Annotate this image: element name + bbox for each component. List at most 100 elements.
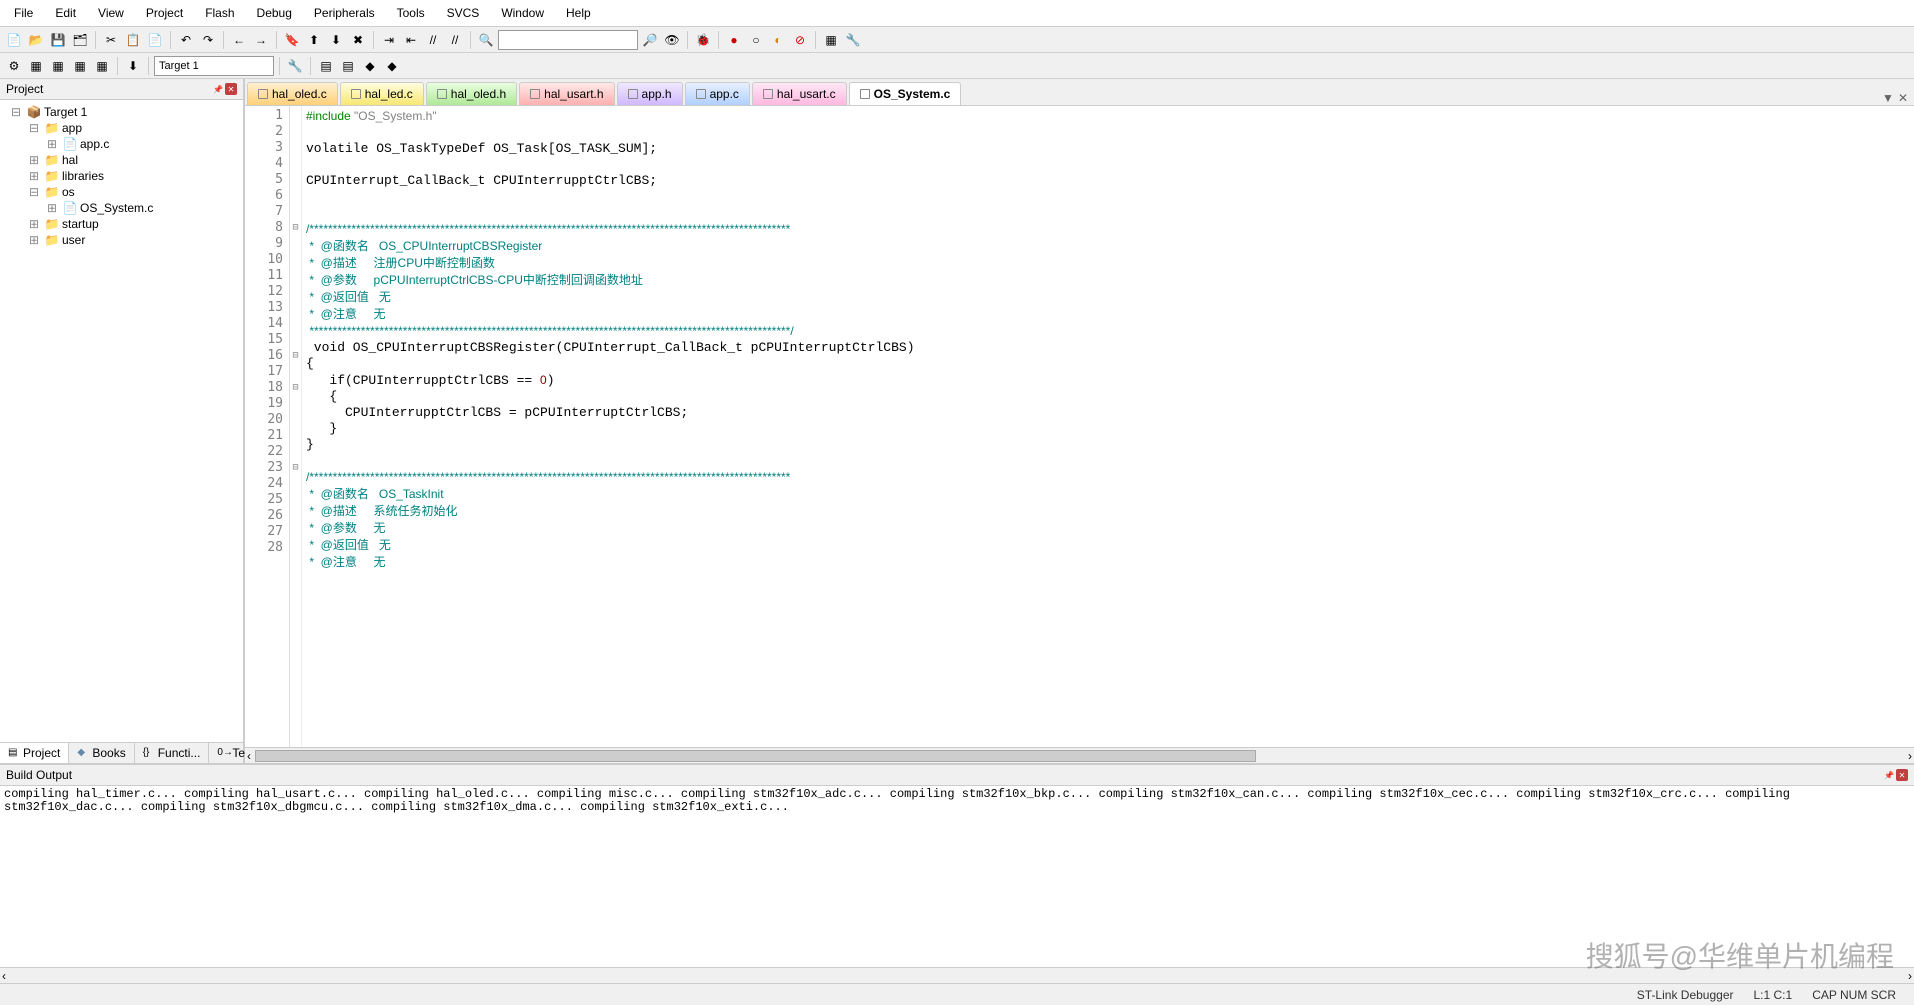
options-icon[interactable]: 🔧 (285, 56, 305, 76)
menu-svcs[interactable]: SVCS (437, 2, 490, 24)
bookmark-prev-icon[interactable]: ⬆ (304, 30, 324, 50)
menu-peripherals[interactable]: Peripherals (304, 2, 385, 24)
code-content[interactable]: #include "OS_System.h" volatile OS_TaskT… (302, 106, 1914, 747)
close-icon[interactable]: ✕ (225, 83, 237, 95)
tree-node[interactable]: ⊟📁app (4, 120, 239, 136)
incremental-find-icon[interactable]: 👁 (662, 30, 682, 50)
tree-node[interactable]: ⊟📦Target 1 (4, 104, 239, 120)
expand-icon[interactable]: ⊞ (44, 137, 60, 151)
paste-icon[interactable]: 📄 (145, 30, 165, 50)
nav-fwd-icon[interactable]: → (251, 30, 271, 50)
target-combo[interactable] (154, 56, 274, 76)
proj-tab-books[interactable]: ◆Books (69, 743, 134, 763)
tree-node[interactable]: ⊟📁os (4, 184, 239, 200)
tab-close-icon[interactable]: ✕ (1898, 91, 1908, 105)
editor-tab[interactable]: app.c (685, 82, 750, 105)
manage4-icon[interactable]: ◆ (382, 56, 402, 76)
rebuild-icon[interactable]: ▦ (48, 56, 68, 76)
tree-node[interactable]: ⊞📄OS_System.c (4, 200, 239, 216)
breakpoint-enable-icon[interactable]: ○ (746, 30, 766, 50)
cut-icon[interactable]: ✂ (101, 30, 121, 50)
build-icon[interactable]: ▦ (26, 56, 46, 76)
menu-project[interactable]: Project (136, 2, 193, 24)
manage2-icon[interactable]: ▤ (338, 56, 358, 76)
horizontal-scrollbar[interactable]: ‹ › (245, 747, 1914, 763)
build-output-text[interactable]: compiling hal_timer.c... compiling hal_u… (0, 786, 1914, 967)
expand-icon[interactable]: ⊞ (26, 217, 42, 231)
bookmark-clear-icon[interactable]: ✖ (348, 30, 368, 50)
menu-edit[interactable]: Edit (45, 2, 86, 24)
redo-icon[interactable]: ↷ (198, 30, 218, 50)
fold-gutter[interactable]: ⊟⊟⊟⊟ (290, 106, 302, 747)
expand-icon[interactable]: ⊟ (26, 185, 42, 199)
debug-icon[interactable]: 🐞 (693, 30, 713, 50)
save-icon[interactable]: 💾 (48, 30, 68, 50)
pin-icon[interactable]: 📌 (212, 83, 224, 95)
editor-tab[interactable]: hal_usart.h (519, 82, 614, 105)
expand-icon[interactable]: ⊟ (26, 121, 42, 135)
comment-icon[interactable]: // (423, 30, 443, 50)
tree-node[interactable]: ⊞📁startup (4, 216, 239, 232)
scrollbar-thumb[interactable] (255, 750, 1256, 762)
expand-icon[interactable]: ⊞ (26, 169, 42, 183)
expand-icon[interactable]: ⊞ (44, 201, 60, 215)
scroll-right-icon[interactable]: › (1906, 749, 1914, 763)
close-icon[interactable]: ✕ (1896, 769, 1908, 781)
outdent-icon[interactable]: ⇤ (401, 30, 421, 50)
config-icon[interactable]: 🔧 (843, 30, 863, 50)
find-combo[interactable] (498, 30, 638, 50)
menu-help[interactable]: Help (556, 2, 601, 24)
bookmark-next-icon[interactable]: ⬇ (326, 30, 346, 50)
scroll-left-icon[interactable]: ‹ (245, 749, 253, 763)
menu-tools[interactable]: Tools (387, 2, 435, 24)
editor-tab[interactable]: hal_oled.h (426, 82, 517, 105)
expand-icon[interactable]: ⊟ (8, 105, 24, 119)
editor-tab[interactable]: app.h (617, 82, 683, 105)
proj-tab-project[interactable]: ▤Project (0, 743, 69, 763)
breakpoint-disable-icon[interactable]: ◐ (768, 30, 788, 50)
editor-tab[interactable]: OS_System.c (849, 82, 962, 105)
scroll-left-icon[interactable]: ‹ (0, 969, 8, 983)
project-tree[interactable]: ⊟📦Target 1⊟📁app⊞📄app.c⊞📁hal⊞📁libraries⊟📁… (0, 100, 243, 742)
tree-node[interactable]: ⊞📄app.c (4, 136, 239, 152)
code-editor[interactable]: 1234567891011121314151617181920212223242… (245, 106, 1914, 747)
editor-tab[interactable]: hal_oled.c (247, 82, 338, 105)
expand-icon[interactable]: ⊞ (26, 153, 42, 167)
tree-node[interactable]: ⊞📁hal (4, 152, 239, 168)
tab-dropdown-icon[interactable]: ▼ (1882, 91, 1894, 105)
download-icon[interactable]: ⬇ (123, 56, 143, 76)
manage-icon[interactable]: ▤ (316, 56, 336, 76)
menu-view[interactable]: View (88, 2, 134, 24)
nav-back-icon[interactable]: ← (229, 30, 249, 50)
menu-flash[interactable]: Flash (195, 2, 244, 24)
new-icon[interactable]: 📄 (4, 30, 24, 50)
menu-file[interactable]: File (4, 2, 43, 24)
editor-tab[interactable]: hal_led.c (340, 82, 424, 105)
translate-icon[interactable]: ⚙ (4, 56, 24, 76)
copy-icon[interactable]: 📋 (123, 30, 143, 50)
find-icon[interactable]: 🔍 (476, 30, 496, 50)
proj-tab-functions[interactable]: {}Functi... (135, 743, 210, 763)
build-scrollbar[interactable]: ‹ › (0, 967, 1914, 983)
menu-window[interactable]: Window (491, 2, 554, 24)
bookmark-icon[interactable]: 🔖 (282, 30, 302, 50)
find-in-files-icon[interactable]: 🔎 (640, 30, 660, 50)
tree-node[interactable]: ⊞📁libraries (4, 168, 239, 184)
breakpoint-kill-icon[interactable]: ⊘ (790, 30, 810, 50)
editor-tab[interactable]: hal_usart.c (752, 82, 847, 105)
tree-node[interactable]: ⊞📁user (4, 232, 239, 248)
indent-icon[interactable]: ⇥ (379, 30, 399, 50)
scroll-right-icon[interactable]: › (1906, 969, 1914, 983)
saveall-icon[interactable]: 🗂 (70, 30, 90, 50)
breakpoint-icon[interactable]: ● (724, 30, 744, 50)
pin-icon[interactable]: 📌 (1883, 769, 1895, 781)
undo-icon[interactable]: ↶ (176, 30, 196, 50)
stop-build-icon[interactable]: ▦ (92, 56, 112, 76)
batch-build-icon[interactable]: ▦ (70, 56, 90, 76)
window-icon[interactable]: ▦ (821, 30, 841, 50)
menu-debug[interactable]: Debug (247, 2, 302, 24)
uncomment-icon[interactable]: // (445, 30, 465, 50)
manage3-icon[interactable]: ◆ (360, 56, 380, 76)
expand-icon[interactable]: ⊞ (26, 233, 42, 247)
open-icon[interactable]: 📂 (26, 30, 46, 50)
